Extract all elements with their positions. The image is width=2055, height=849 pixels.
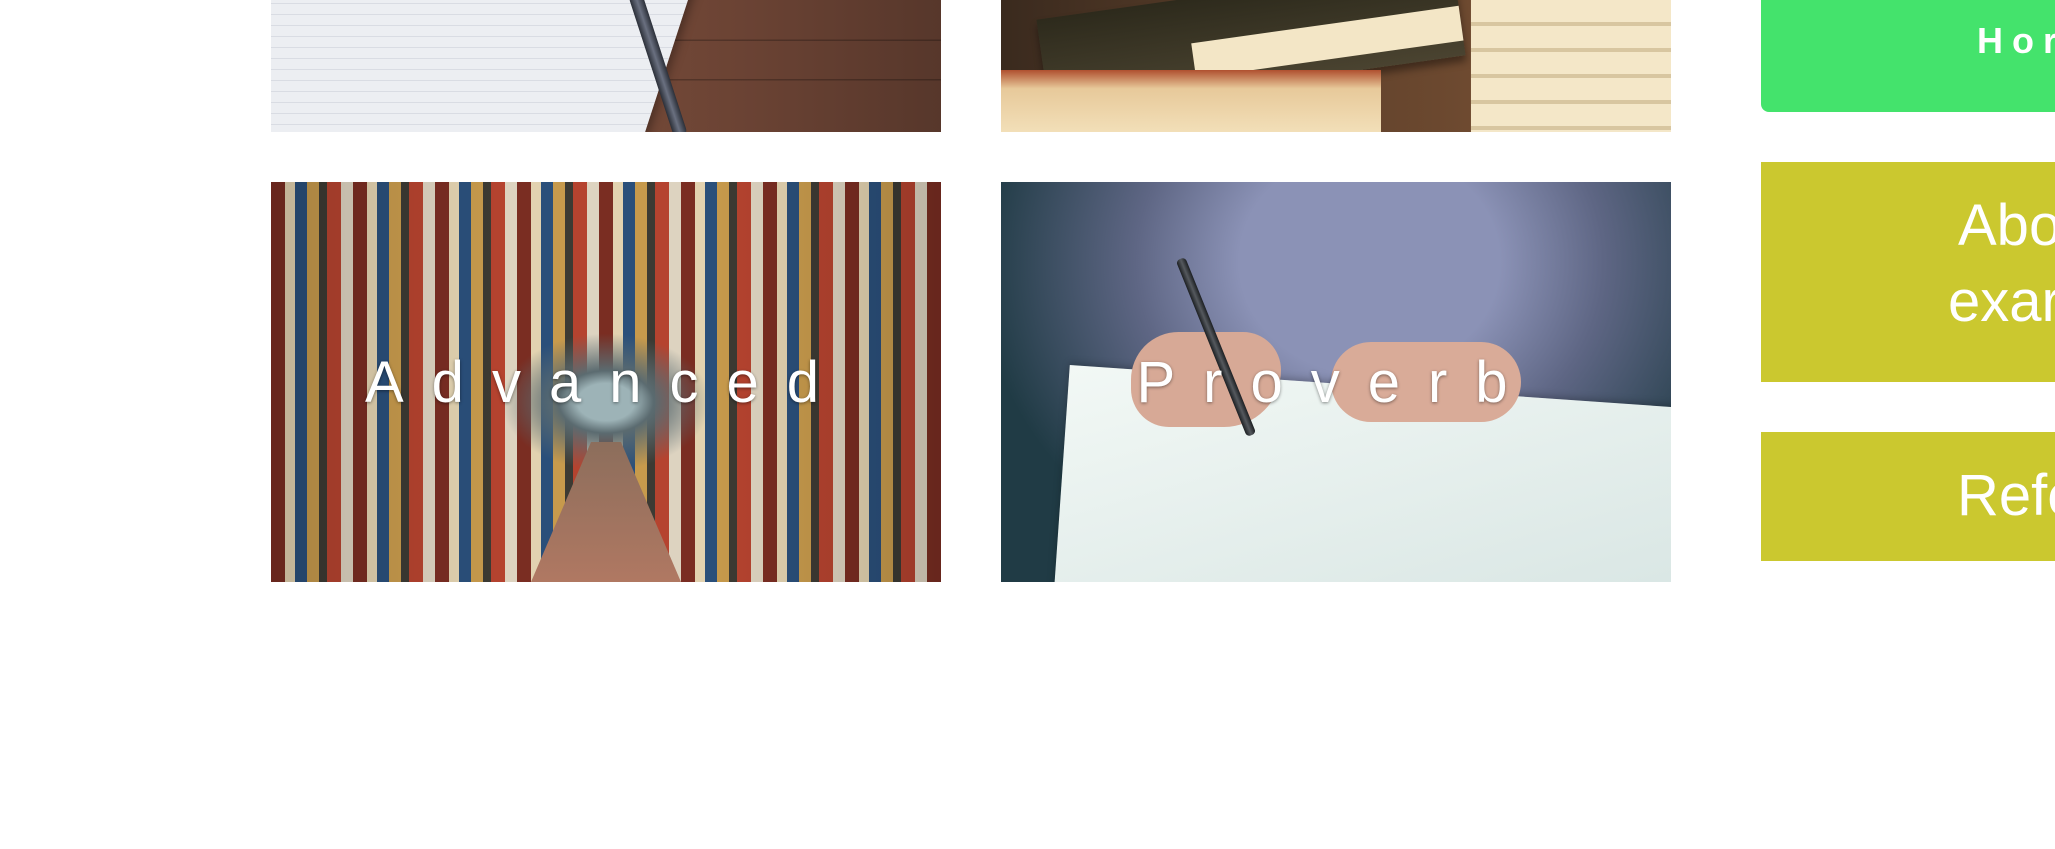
page: Advanced Proverb … Hor Abo exar Refe — [0, 0, 2055, 849]
reference-label: Refe — [1957, 463, 2055, 528]
card-books-image[interactable] — [1001, 0, 1671, 132]
card-caption-proverb: Proverb — [1136, 349, 1536, 415]
card-advanced[interactable]: Advanced — [271, 182, 941, 582]
card-caption-advanced: Advanced — [365, 349, 847, 415]
about-label-line1: Abo — [1958, 193, 2055, 258]
about-label-line2: exar — [1948, 269, 2055, 334]
reference-button[interactable]: Refe — [1761, 432, 2055, 561]
book-pages-graphic — [1471, 0, 1671, 132]
home-label: Hor — [1977, 20, 2055, 61]
about-button[interactable]: Abo exar — [1761, 162, 2055, 382]
book-graphic-lower — [1001, 70, 1381, 132]
card-notebook-image[interactable] — [271, 0, 941, 132]
home-button[interactable]: … Hor — [1761, 0, 2055, 112]
card-proverb[interactable]: Proverb — [1001, 182, 1671, 582]
